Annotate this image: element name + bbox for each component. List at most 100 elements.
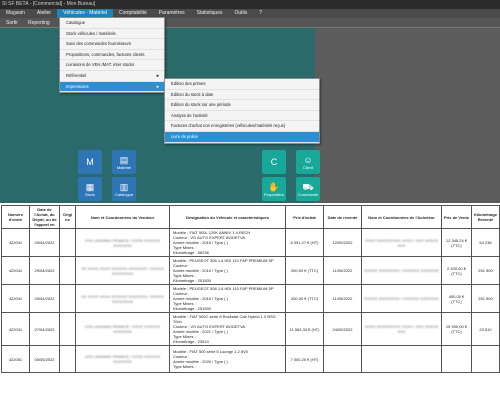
menu-item-analyse-activite[interactable]: Analyse de l'activité bbox=[165, 111, 319, 122]
menu-item-impressions[interactable]: Impressions ► bbox=[60, 81, 164, 93]
tile-materiel[interactable]: ▤ Matériel bbox=[112, 150, 136, 174]
tile-proposition[interactable]: ✋ Proposition bbox=[262, 177, 286, 201]
cell-prix-vente: 12 345,24 € (TTC) bbox=[441, 228, 472, 257]
cell-designation: Modèle : PEUGEOT 308 1.6 HDI 110 FAP PRE… bbox=[169, 256, 286, 285]
cell-prix-vente: 15 900,00 € (TTC) bbox=[441, 312, 472, 346]
cell-date-achat: 27/04/2022 bbox=[29, 312, 60, 346]
menu-item-stock-periode[interactable]: Edition du stock sur une période bbox=[165, 100, 319, 111]
menu-outils[interactable]: Outils bbox=[229, 9, 254, 18]
tile-client-label: Client bbox=[302, 164, 314, 170]
cell-km bbox=[471, 345, 500, 373]
menu-item-stock[interactable]: Stock véhicules / matériels bbox=[60, 29, 164, 40]
cell-date-revente: 11/05/2022 bbox=[323, 256, 362, 285]
police-table: Numéro d'ordre Date de l'Achat, du Dépôt… bbox=[1, 205, 500, 373]
menu-item-livre-police[interactable]: Livre de police bbox=[165, 131, 319, 143]
cell-acheteur bbox=[361, 345, 442, 373]
cell-origine bbox=[59, 345, 76, 373]
tile-commande[interactable]: ⛟ Commande bbox=[296, 177, 320, 201]
col-header-date-revente: Date de revente bbox=[323, 205, 362, 229]
cell-vendeur-text: XX XXXX XXXX XXXXXX XXXXXXX / XXXXX XXXX… bbox=[81, 293, 164, 304]
designation-line: Type Mines : bbox=[173, 364, 196, 369]
vehicules-menu: Catalogue Stock véhicules / matériels Su… bbox=[59, 17, 165, 94]
cell-km: 251 500 bbox=[471, 256, 500, 285]
submenu-arrow-icon: ► bbox=[155, 83, 160, 89]
cell-date-revente: 12/05/2022 bbox=[323, 228, 362, 257]
table-row: 422041 27/04/2022 XXX LEASING FRANCE / XXX… bbox=[1, 312, 500, 346]
document-icon: ▤ bbox=[119, 154, 129, 165]
cell-km: 54 236 bbox=[471, 228, 500, 257]
window-title: SI SF BETA - [Commercial] - Mon Bureau] bbox=[0, 0, 500, 9]
cell-prix-vente bbox=[441, 345, 472, 373]
user-icon: ☺ bbox=[303, 154, 313, 165]
cell-date-revente: 11/05/2022 bbox=[323, 284, 362, 313]
cell-acheteur: XXXXX XXXXXXXX / XXXXXX XXXXXXX bbox=[361, 256, 442, 285]
tile-client[interactable]: ☺ Client bbox=[296, 150, 320, 174]
menu-item-catalogue[interactable]: Catalogue bbox=[60, 18, 164, 29]
cell-vendeur: XXX LEASING FRANCE / XXXX XXXXXX XXXXXXX bbox=[75, 345, 170, 373]
cell-acheteur-text: XXXXX XXXXXXXX / XXXXXX XXXXXXX bbox=[364, 296, 439, 301]
col-header-km: Kilométrage Revente bbox=[471, 205, 500, 229]
designation-line: Modèle : PEUGEOT 308 1.6 HDI 110 FAP PRE… bbox=[173, 286, 274, 291]
cell-date-achat: 29/04/2022 bbox=[29, 228, 60, 257]
tile-materiel-label: Matériel bbox=[116, 164, 132, 170]
cell-numero: 422041 bbox=[1, 228, 30, 257]
cell-vendeur: XX XXXX XXXX XXXXXX XXXXXXX / XXXXX XXXX… bbox=[75, 256, 170, 285]
cell-acheteur: XXXX XXXXXXXXX XXXX / XXX XXXXX XXX bbox=[361, 312, 442, 346]
submenu-arrow-icon: ► bbox=[155, 72, 160, 78]
logo-icon: C bbox=[270, 157, 278, 167]
col-header-date-achat: Date de l'Achat, du Dépôt, ou de l'appor… bbox=[29, 205, 60, 229]
col-header-origine: Origi ne bbox=[59, 205, 76, 229]
cell-km: 251 500 bbox=[471, 284, 500, 313]
cell-acheteur-text: XXXX XXXXXXXXX XXXX / XXX XXXXX XXX bbox=[364, 237, 439, 248]
menu-item-referentiel[interactable]: Référentiel ► bbox=[60, 71, 164, 82]
cell-date-achat: 29/04/2022 bbox=[29, 256, 60, 285]
tile-catalogue[interactable]: ▥ Catalogue bbox=[112, 177, 136, 201]
cell-vendeur-text: XX XXXX XXXX XXXXXX XXXXXXX / XXXXX XXXX… bbox=[81, 265, 164, 276]
cell-numero: 422051 bbox=[1, 345, 30, 373]
designation-line: Kilométrage : 251500 bbox=[173, 278, 212, 283]
cell-designation: Modèle : PEUGEOT 308 1.6 HDI 110 FAP PRE… bbox=[169, 284, 286, 313]
cell-vendeur: XXX LEASING FRANCE / XXXX XXXXXX XXXXXXX bbox=[75, 312, 170, 346]
menu-statistiques[interactable]: Statistiques bbox=[191, 9, 229, 18]
menu-item-edition-primes[interactable]: Edition des primes bbox=[165, 79, 319, 90]
col-header-prix-achat: Prix d'achat bbox=[285, 205, 324, 229]
tile-logo[interactable]: M bbox=[78, 150, 102, 174]
col-header-acheteur: Nom et Coordonnées de l'Acheteur bbox=[361, 205, 442, 229]
menu-magasin[interactable]: Magasin bbox=[0, 9, 31, 18]
cell-prix-achat: 8 091,27 € (HT) bbox=[285, 228, 324, 257]
tile-stock[interactable]: ▦ Stock bbox=[78, 177, 102, 201]
handshake-icon: ✋ bbox=[268, 181, 280, 192]
col-header-prix-vente: Prix de Vente bbox=[441, 205, 472, 229]
menu-item-stock-date[interactable]: Edition du stock à date bbox=[165, 90, 319, 101]
menu-item-factures-achat[interactable]: Factures d'achat non enregistrées (véhic… bbox=[165, 121, 319, 132]
cell-origine bbox=[59, 312, 76, 346]
table-header-row: Numéro d'ordre Date de l'Achat, du Dépôt… bbox=[1, 205, 500, 229]
cell-km: 23 510 bbox=[471, 312, 500, 346]
cell-origine bbox=[59, 228, 76, 257]
cell-numero: 422041 bbox=[1, 256, 30, 285]
livre-de-police-document: Numéro d'ordre Date de l'Achat, du Dépôt… bbox=[0, 205, 500, 420]
menu-atelier[interactable]: Atelier bbox=[31, 9, 57, 18]
cell-vendeur-text: XXX LEASING FRANCE / XXXX XXXXXX XXXXXXX bbox=[84, 324, 161, 334]
cell-numero: 422041 bbox=[1, 312, 30, 346]
menu-item-livraisons[interactable]: Livraisons de VEH./MAT. inter stocks bbox=[60, 60, 164, 71]
tile-commande-label: Commande bbox=[297, 191, 319, 197]
menu-item-propositions[interactable]: Propositions, commandes, factures client… bbox=[60, 50, 164, 61]
menu-help[interactable]: ? bbox=[253, 9, 268, 18]
workspace-right-area bbox=[315, 28, 500, 203]
toolbar-reporting-button[interactable]: Reporting bbox=[28, 20, 50, 26]
cell-vendeur-text: XXX LEASING FRANCE / XXXX XXXXXX XXXXXXX bbox=[84, 237, 161, 248]
designation-line: Modèle : PEUGEOT 308 1.6 HDI 110 FAP PRE… bbox=[173, 258, 274, 263]
toolbar-exit-button[interactable]: Sortir bbox=[6, 20, 18, 26]
cell-vendeur-text: XXX LEASING FRANCE / XXXX XXXXXX XXXXXXX bbox=[84, 354, 161, 364]
designation-line: Kilométrage : 56236 bbox=[173, 250, 209, 255]
designation-line: Kilométrage : 251500 bbox=[173, 306, 212, 311]
impressions-submenu: Edition des primes Edition du stock à da… bbox=[164, 78, 320, 144]
table-row: 422051 05/05/2022 XXX LEASING FRANCE / XXX… bbox=[1, 345, 500, 373]
cell-date-achat: 29/04/2022 bbox=[29, 284, 60, 313]
cell-vendeur: XX XXXX XXXX XXXXXX XXXXXXX / XXXXX XXXX… bbox=[75, 284, 170, 313]
tile-catalogue-label: Catalogue bbox=[114, 191, 134, 197]
menu-item-suivi-commandes[interactable]: Suivi des commandes fournisseurs bbox=[60, 39, 164, 50]
tile-logo-right[interactable]: C bbox=[262, 150, 286, 174]
cell-prix-vente: 2 400,00 € (TTC) bbox=[441, 256, 472, 285]
